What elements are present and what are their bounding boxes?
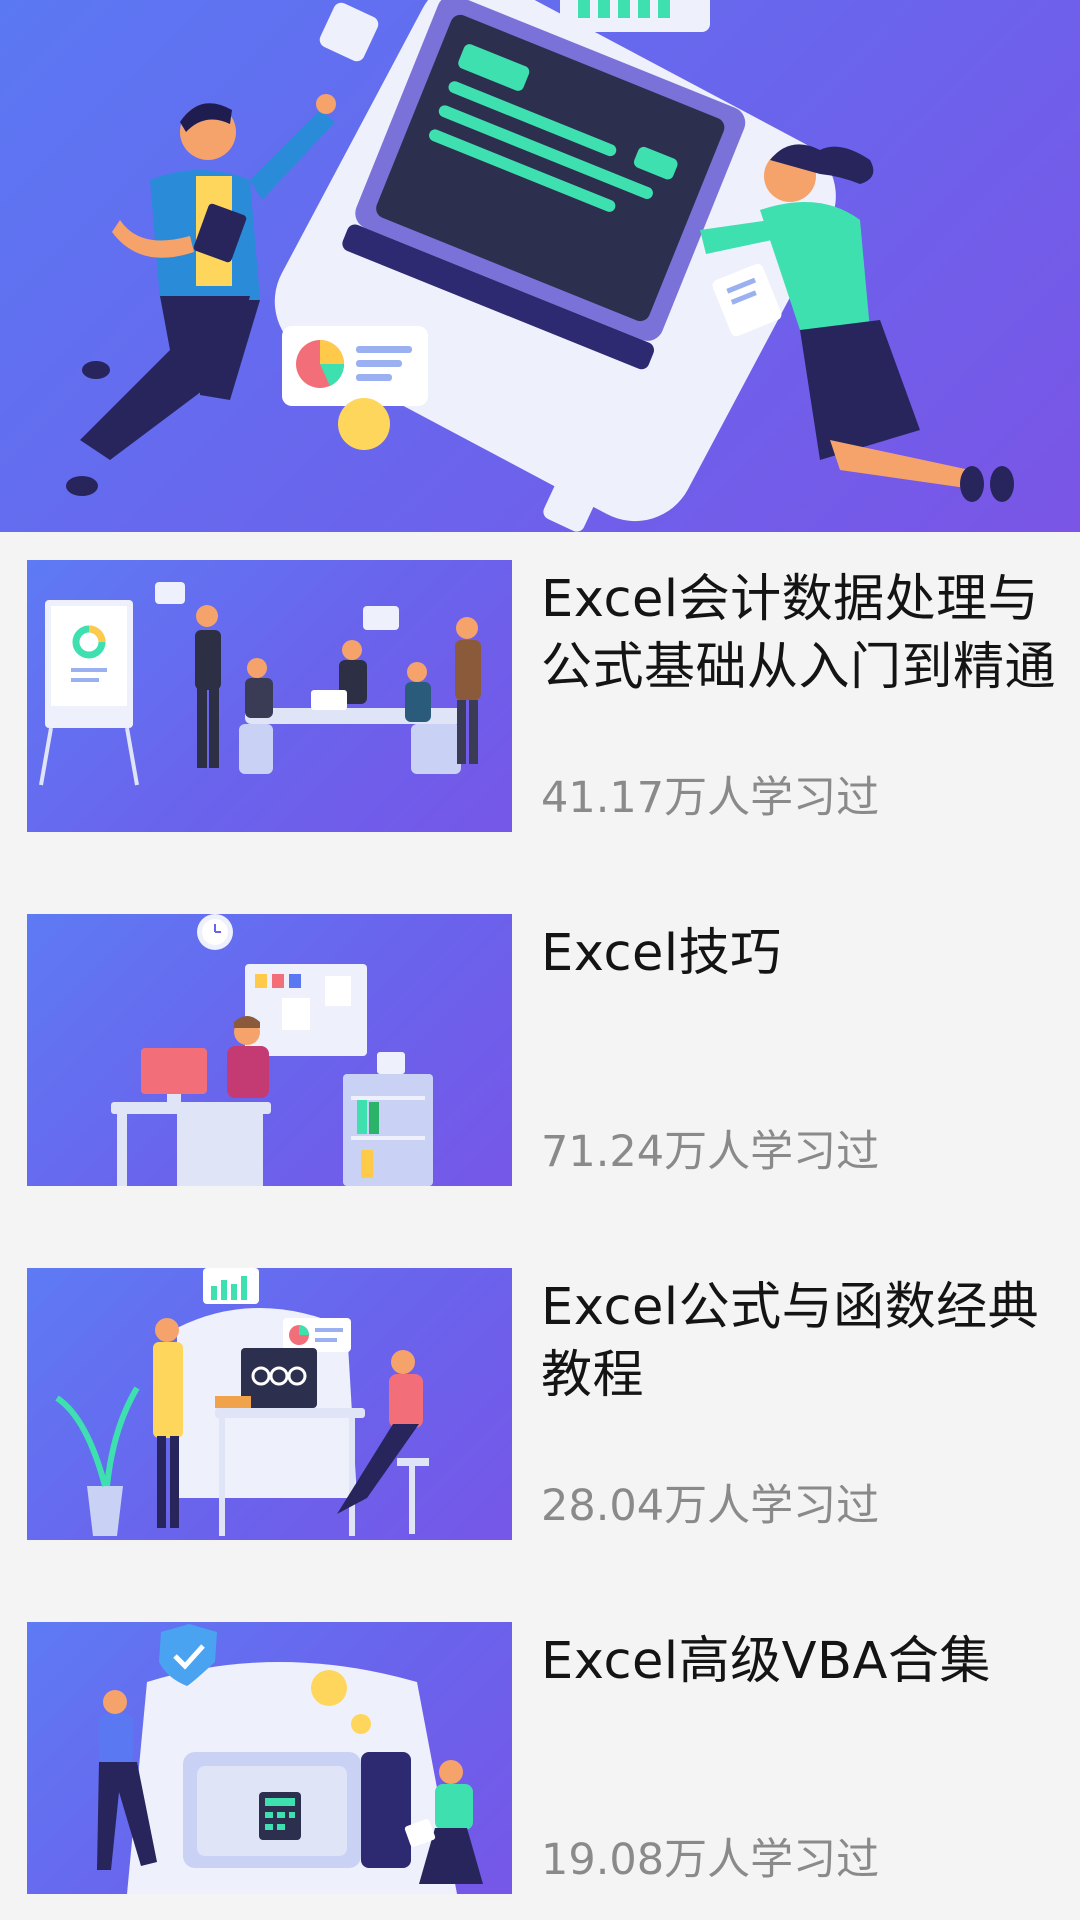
analytics-illustration <box>55 1268 429 1536</box>
learner-count: 28.04万人学习过 <box>541 1481 880 1531</box>
learner-count: 71.24万人学习过 <box>541 1127 880 1177</box>
office-desk-illustration <box>111 914 433 1186</box>
course-thumbnail[interactable] <box>27 1268 512 1540</box>
safe-illustration <box>97 1624 483 1894</box>
hero-illustration <box>66 0 1014 532</box>
hero-banner[interactable] <box>0 0 1080 532</box>
course-thumbnail[interactable] <box>27 1622 512 1894</box>
course-title[interactable]: Excel技巧 <box>541 920 1056 988</box>
course-title[interactable]: Excel公式与函数经典教程 <box>541 1274 1056 1410</box>
course-card[interactable]: Excel高级VBA合集 19.08万人学习过 <box>0 1622 1080 1894</box>
course-title[interactable]: Excel会计数据处理与公式基础从入门到精通 <box>541 566 1056 702</box>
course-thumbnail[interactable] <box>27 914 512 1186</box>
course-thumbnail[interactable] <box>27 560 512 832</box>
course-card[interactable]: Excel公式与函数经典教程 28.04万人学习过 <box>0 1268 1080 1540</box>
learner-count: 41.17万人学习过 <box>541 773 880 823</box>
course-card[interactable]: Excel会计数据处理与公式基础从入门到精通 41.17万人学习过 <box>0 560 1080 832</box>
course-title[interactable]: Excel高级VBA合集 <box>541 1628 1056 1696</box>
meeting-illustration <box>39 582 481 786</box>
learner-count: 19.08万人学习过 <box>541 1835 880 1885</box>
course-card[interactable]: Excel技巧 71.24万人学习过 <box>0 914 1080 1186</box>
